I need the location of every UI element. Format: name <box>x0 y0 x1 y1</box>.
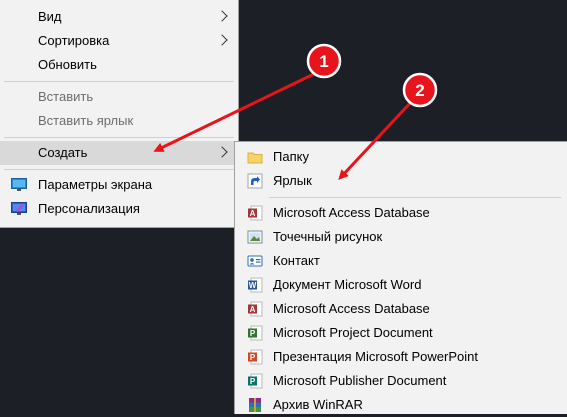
menu-item-paste-shortcut[interactable]: Вставить ярлык <box>0 109 238 133</box>
menu-item-refresh[interactable]: Обновить <box>0 53 238 77</box>
monitor-icon <box>11 178 27 191</box>
submenu-item-word-document[interactable]: W Документ Microsoft Word <box>235 273 567 297</box>
project-icon: P <box>248 325 263 341</box>
menu-item-sort[interactable]: Сортировка <box>0 29 238 53</box>
annotation-badge-1-number: 1 <box>319 52 328 71</box>
menu-item-display-settings-label: Параметры экрана <box>38 177 153 192</box>
access-icon: A <box>248 205 263 221</box>
submenu-item-shortcut-label: Ярлык <box>273 173 312 188</box>
submenu-item-label: Архив WinRAR <box>273 397 363 412</box>
submenu-item-label: Microsoft Access Database <box>273 301 430 316</box>
submenu-item-label: Microsoft Publisher Document <box>273 373 447 388</box>
svg-text:P: P <box>250 377 256 386</box>
bitmap-icon <box>247 230 263 244</box>
submenu-item-label: Документ Microsoft Word <box>273 277 422 292</box>
menu-separator <box>4 137 234 138</box>
menu-separator <box>4 169 234 170</box>
svg-text:A: A <box>250 305 256 314</box>
menu-item-view-label: Вид <box>38 9 62 24</box>
menu-item-create[interactable]: Создать <box>0 141 238 165</box>
menu-item-view[interactable]: Вид <box>0 5 238 29</box>
submenu-item-label: Microsoft Project Document <box>273 325 433 340</box>
annotation-badge-2-number: 2 <box>415 81 424 100</box>
menu-item-create-label: Создать <box>38 145 88 160</box>
contact-icon <box>247 255 263 267</box>
menu-separator <box>269 197 561 198</box>
submenu-item-folder[interactable]: Папку <box>235 145 567 169</box>
menu-item-paste-shortcut-label: Вставить ярлык <box>38 113 134 128</box>
submenu-item-project-document[interactable]: P Microsoft Project Document <box>235 321 567 345</box>
svg-text:P: P <box>250 353 256 362</box>
publisher-icon: P <box>248 373 263 389</box>
submenu-item-winrar-archive[interactable]: Архив WinRAR <box>235 393 567 417</box>
chevron-right-icon <box>216 146 228 158</box>
svg-text:P: P <box>250 329 256 338</box>
access-icon: A <box>248 301 263 317</box>
chevron-right-icon <box>216 34 228 46</box>
submenu-item-label: Microsoft Access Database <box>273 205 430 220</box>
annotation-badge-1: 1 <box>306 43 342 79</box>
desktop-context-menu: Вид Сортировка Обновить Вставить Вставит… <box>0 0 239 228</box>
personalization-icon <box>11 202 27 215</box>
annotation-badge-2: 2 <box>402 72 438 108</box>
menu-item-personalization-label: Персонализация <box>38 201 140 216</box>
submenu-item-access-database-2[interactable]: A Microsoft Access Database <box>235 297 567 321</box>
menu-item-display-settings[interactable]: Параметры экрана <box>0 173 238 197</box>
menu-item-paste[interactable]: Вставить <box>0 85 238 109</box>
submenu-item-label: Презентация Microsoft PowerPoint <box>273 349 478 364</box>
submenu-item-contact[interactable]: Контакт <box>235 249 567 273</box>
shortcut-icon <box>247 173 263 189</box>
submenu-item-access-database[interactable]: A Microsoft Access Database <box>235 201 567 225</box>
word-icon: W <box>248 277 263 293</box>
menu-separator <box>4 81 234 82</box>
menu-item-refresh-label: Обновить <box>38 57 97 72</box>
folder-icon <box>247 152 263 164</box>
submenu-item-folder-label: Папку <box>273 149 309 164</box>
submenu-item-bitmap[interactable]: Точечный рисунок <box>235 225 567 249</box>
menu-item-sort-label: Сортировка <box>38 33 110 48</box>
create-submenu: Папку Ярлык A Microsoft Access Database … <box>234 141 567 414</box>
svg-text:W: W <box>249 281 257 290</box>
submenu-item-label: Контакт <box>273 253 320 268</box>
menu-item-paste-label: Вставить <box>38 89 94 104</box>
winrar-icon <box>249 398 261 412</box>
chevron-right-icon <box>216 10 228 22</box>
svg-text:A: A <box>250 209 256 218</box>
submenu-item-publisher-document[interactable]: P Microsoft Publisher Document <box>235 369 567 393</box>
submenu-item-shortcut[interactable]: Ярлык <box>235 169 567 193</box>
submenu-item-label: Точечный рисунок <box>273 229 383 244</box>
submenu-item-powerpoint[interactable]: P Презентация Microsoft PowerPoint <box>235 345 567 369</box>
powerpoint-icon: P <box>248 349 263 365</box>
menu-item-personalization[interactable]: Персонализация <box>0 197 238 221</box>
